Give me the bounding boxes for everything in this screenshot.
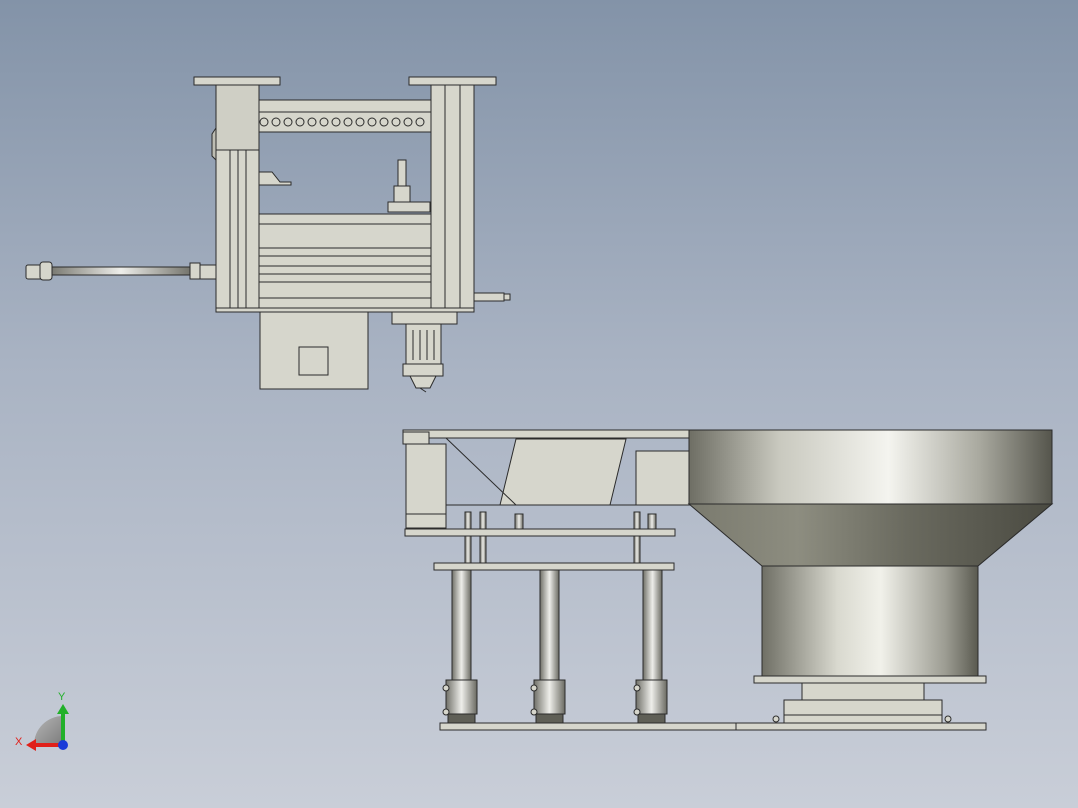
base-plate xyxy=(215,307,475,313)
x-axis-label: X xyxy=(15,736,23,748)
base-plate-right xyxy=(735,722,987,731)
spindle-shaft xyxy=(397,159,407,187)
bowl-base-cylinder xyxy=(761,565,979,678)
graphics-viewport[interactable]: Y X xyxy=(0,0,1078,808)
left-column-head xyxy=(215,84,260,151)
nozzle-tip xyxy=(409,375,437,389)
bowl-cone xyxy=(687,503,1054,567)
view-triad[interactable]: Y X xyxy=(15,691,69,751)
rod-clamp xyxy=(199,264,217,280)
bowl-rim xyxy=(688,429,1053,505)
chute-plate xyxy=(499,438,627,506)
bowl-spacer xyxy=(801,682,925,701)
triad-plane-icon xyxy=(34,716,63,745)
feeder-assembly[interactable] xyxy=(402,429,1054,731)
column-right xyxy=(642,569,663,681)
motor-body xyxy=(405,323,442,365)
bowl-foot xyxy=(783,699,943,724)
column-left xyxy=(451,569,472,681)
actuator-block xyxy=(405,443,447,529)
guide-rod xyxy=(45,266,197,276)
left-top-flange xyxy=(193,76,281,86)
column-center xyxy=(539,569,560,681)
column-feet xyxy=(442,679,668,724)
bowl-base-flange xyxy=(753,675,987,684)
linear-feeder-box xyxy=(635,450,690,506)
top-beam xyxy=(258,99,432,113)
right-column xyxy=(430,84,475,311)
y-axis-label: Y xyxy=(58,691,66,703)
sensor-bracket xyxy=(258,171,292,186)
right-top-flange xyxy=(408,76,497,86)
air-fitting xyxy=(473,292,505,302)
drag-chain xyxy=(258,111,432,133)
middle-support-plate xyxy=(433,562,675,571)
gantry-assembly[interactable] xyxy=(25,76,511,393)
control-box-window xyxy=(298,346,329,376)
model-view[interactable]: Y X xyxy=(0,0,1078,808)
motor-mount xyxy=(391,311,458,325)
upper-support-plate xyxy=(404,528,676,537)
top-rail xyxy=(402,429,694,439)
linear-module-body xyxy=(258,213,432,309)
z-axis-dot-icon xyxy=(58,740,68,750)
base-plate-left xyxy=(439,722,737,731)
spindle-flange xyxy=(387,201,431,213)
